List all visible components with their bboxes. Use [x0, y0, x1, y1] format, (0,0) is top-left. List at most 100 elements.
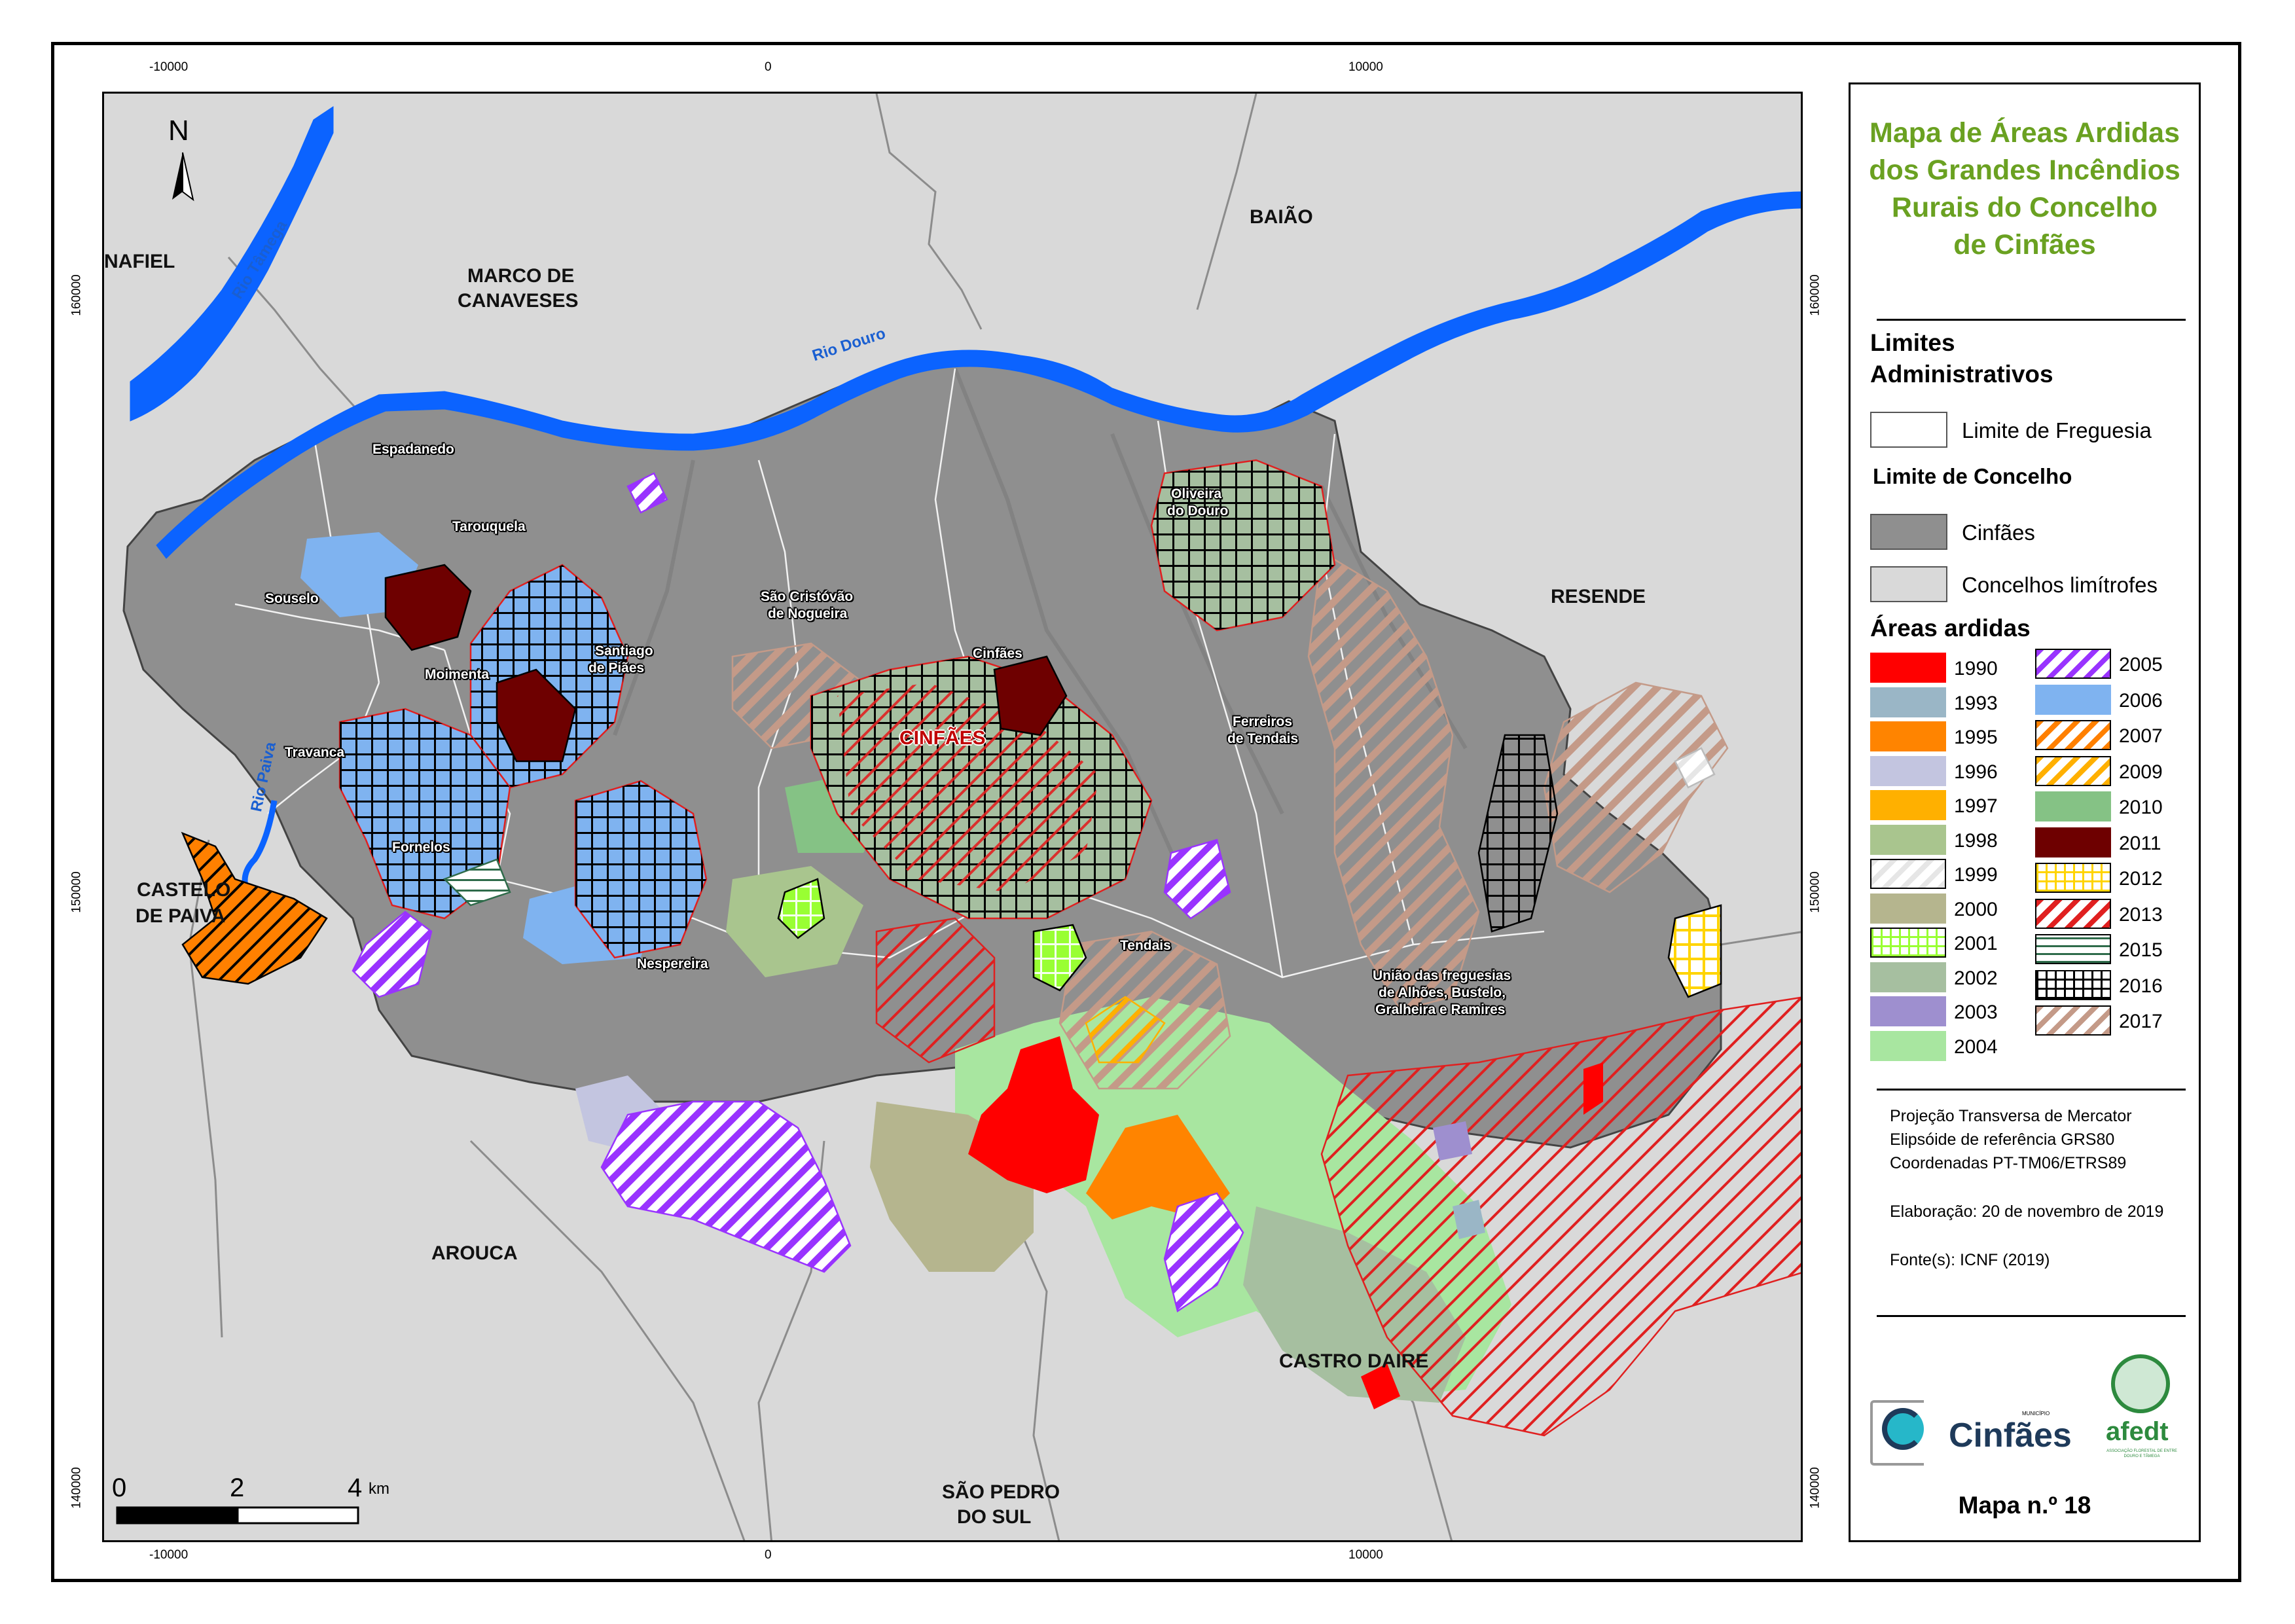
label-nafiel: NAFIEL	[104, 251, 175, 272]
parish-tendais: Tendais	[1120, 938, 1171, 953]
north-label: N	[168, 115, 189, 147]
note-date: Elaboração: 20 de novembro de 2019	[1890, 1202, 2164, 1221]
swatch-year-2005	[2035, 649, 2111, 679]
legend-year-2006: 2006	[2119, 689, 2163, 712]
legend-year-2010: 2010	[2119, 797, 2163, 818]
parish-ferreiros-line1: Ferreiros	[1233, 714, 1293, 729]
swatch-year-2013	[2035, 898, 2111, 929]
legend-year-2007: 2007	[2119, 725, 2163, 747]
legend-year-1999: 1999	[1954, 864, 1998, 886]
legend-year-2009: 2009	[2119, 761, 2163, 783]
swatch-year-1998	[1870, 824, 1946, 855]
swatch-year-2011	[2035, 827, 2111, 857]
legend-year-2015: 2015	[2119, 939, 2163, 961]
area-2003	[1433, 1121, 1472, 1161]
label-arouca: AROUCA	[431, 1242, 518, 1264]
swatch-parish-limit	[1870, 412, 1947, 448]
swatch-year-2009	[2035, 755, 2111, 786]
swatch-year-2007	[2035, 720, 2111, 750]
scale-bar	[116, 1506, 359, 1525]
label-spsul-line1: SÃO PEDRO	[942, 1481, 1060, 1503]
y-tick-left-2: 150000	[69, 871, 84, 913]
parish-sao-cristovao-line2: de Nogueira	[768, 606, 848, 621]
x-tick-bottom-1: -10000	[149, 1548, 189, 1562]
legend-year-1998: 1998	[1954, 829, 1998, 852]
legend-year-2003: 2003	[1954, 1001, 1998, 1023]
north-arrow-icon	[172, 152, 194, 202]
parish-oliveira-line1: Oliveira	[1171, 486, 1222, 501]
label-marco-line1: MARCO DE	[467, 265, 575, 287]
legend-year-2017: 2017	[2119, 1011, 2163, 1032]
afedt-tree-icon	[2111, 1354, 2170, 1413]
legend-admin-title-line1: Limites	[1870, 329, 1955, 356]
afedt-logo: afedt ASSOCIAÇÃO FLORESTAL DE ENTRE DOUR…	[2093, 1354, 2191, 1472]
parish-uniao-line3: Gralheira e Ramires	[1375, 1002, 1506, 1017]
label-castelo-line1: CASTELO	[137, 879, 231, 901]
area-2005-a	[600, 1100, 852, 1273]
x-tick-bottom-2: 0	[765, 1548, 772, 1562]
legend-divider-1	[1877, 319, 2186, 321]
swatch-year-2012	[2035, 863, 2111, 893]
municipio-logo-text: Cinfães	[1949, 1416, 2072, 1454]
x-tick-top-3: 10000	[1348, 60, 1383, 74]
legend-cinfaes: Cinfães	[1962, 520, 2035, 545]
legend-burned-title: Áreas ardidas	[1870, 615, 2031, 641]
y-tick-right-3: 140000	[1808, 1467, 1822, 1509]
legend-divider-2	[1877, 1089, 2186, 1091]
legend-year-2012: 2012	[2119, 868, 2163, 890]
scale-label-2: 2	[230, 1473, 245, 1502]
legend-year-2005: 2005	[2119, 654, 2163, 676]
label-resende: RESENDE	[1551, 586, 1646, 607]
note-projection: Projeção Transversa de Mercator	[1890, 1107, 2132, 1125]
swatch-year-2016	[2035, 969, 2111, 1000]
legend-year-2004: 2004	[1954, 1036, 1998, 1058]
swatch-year-2002	[1870, 962, 1946, 992]
parish-travanca: Travanca	[285, 745, 345, 760]
swatch-year-1995	[1870, 721, 1946, 751]
note-coordinates: Coordenadas PT-TM06/ETRS89	[1890, 1154, 2127, 1172]
map-canvas[interactable]: N NAFIEL MARCO DE CANAVESES BAIÃO RESEND…	[102, 92, 1803, 1542]
y-tick-left-1: 160000	[69, 274, 84, 316]
map-number: Mapa n.º 18	[1958, 1492, 2091, 1519]
label-marco-line2: CANAVESES	[458, 290, 579, 312]
map-title-line-4: de Cinfães	[1953, 229, 2096, 261]
x-tick-bottom-3: 10000	[1348, 1548, 1383, 1562]
swatch-year-1999	[1870, 859, 1946, 889]
legend-admin-title-line2: Administrativos	[1870, 361, 2053, 388]
municipio-logo: MUNICÍPIO Cinfães	[1870, 1394, 2072, 1472]
legend-year-1996: 1996	[1954, 761, 1998, 783]
swatch-neighbours	[1870, 566, 1947, 602]
legend-year-1990: 1990	[1954, 658, 1998, 679]
legend-parish-limit: Limite de Freguesia	[1962, 418, 2152, 442]
note-source: Fonte(s): ICNF (2019)	[1890, 1251, 2050, 1269]
legend-year-1995: 1995	[1954, 727, 1998, 748]
swatch-cinfaes	[1870, 514, 1947, 550]
swatch-year-2015	[2035, 934, 2111, 964]
swatch-year-2003	[1870, 996, 1946, 1026]
y-tick-right-2: 150000	[1808, 871, 1822, 913]
parish-moimenta: Moimenta	[425, 667, 490, 682]
label-seat-cinfaes: CINFÃES	[899, 727, 986, 749]
note-ellipsoid: Elipsóide de referência GRS80	[1890, 1130, 2115, 1149]
swatch-year-2001	[1870, 928, 1946, 958]
parish-tarouquela: Tarouquela	[452, 519, 526, 534]
swatch-year-1990	[1870, 653, 1946, 683]
parish-nespereira: Nespereira	[637, 956, 708, 971]
legend-panel: Mapa de Áreas Ardidas dos Grandes Incênd…	[1849, 82, 2201, 1542]
municipio-logo-swirl-icon	[1882, 1408, 1924, 1450]
swatch-year-1996	[1870, 755, 1946, 786]
label-castelo-line2: DE PAIVA	[136, 905, 226, 927]
legend-year-1997: 1997	[1954, 795, 1998, 817]
label-spsul-line2: DO SUL	[957, 1506, 1032, 1528]
scale-unit: km	[369, 1480, 389, 1498]
parish-cinfaes: Cinfães	[973, 646, 1022, 661]
parish-santiago-line2: de Piães	[588, 660, 645, 676]
parish-ferreiros-line2: de Tendais	[1227, 731, 1299, 746]
map-svg	[116, 94, 1801, 1540]
swatch-year-2010	[2035, 791, 2111, 821]
y-tick-right-1: 160000	[1808, 274, 1822, 316]
map-title-line-1: Mapa de Áreas Ardidas	[1870, 117, 2180, 149]
legend-year-2000: 2000	[1954, 898, 1998, 920]
parish-espadanedo: Espadanedo	[372, 442, 454, 457]
label-baiao: BAIÃO	[1250, 206, 1313, 228]
